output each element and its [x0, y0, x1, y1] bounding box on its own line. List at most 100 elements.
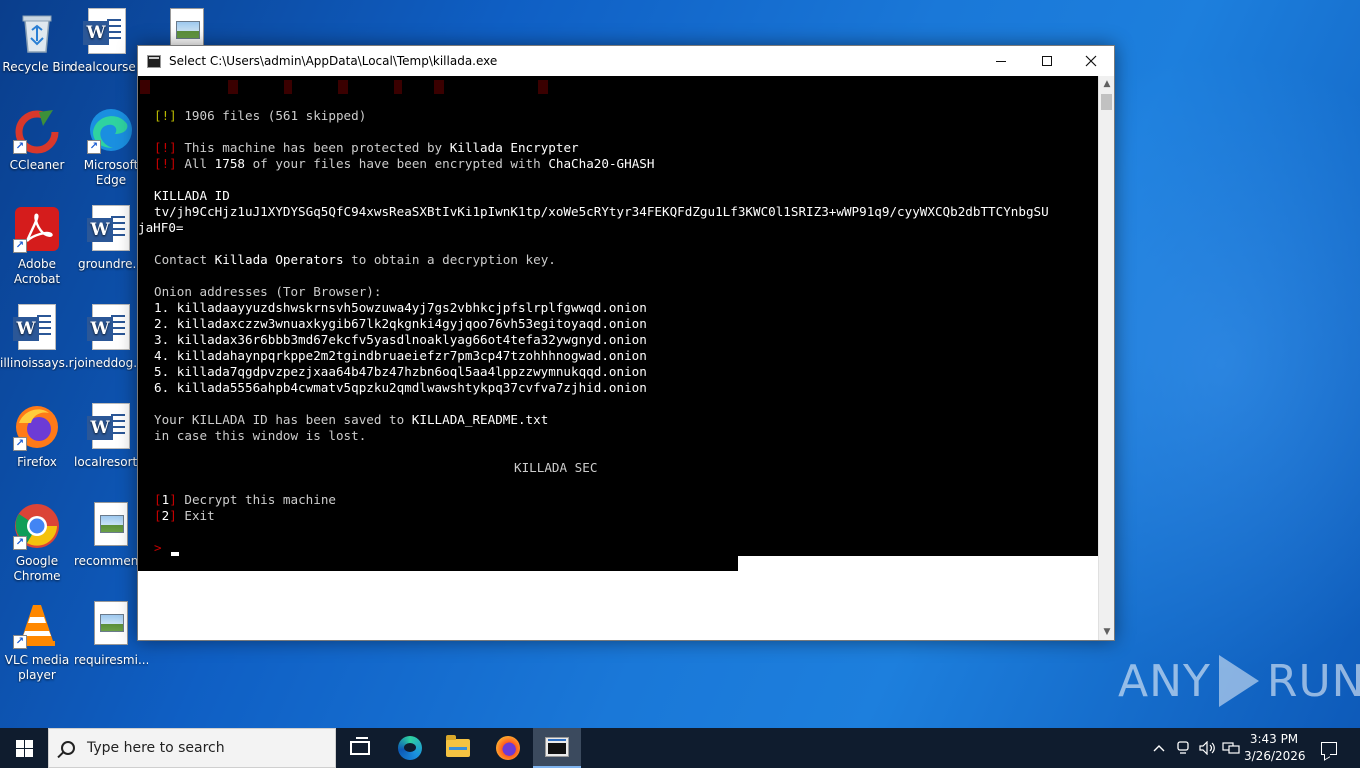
image-file-icon	[87, 601, 135, 649]
desktop-icon-label: Adobe Acrobat	[13, 257, 61, 286]
render-artifact	[338, 80, 348, 94]
taskbar-search-box[interactable]: Type here to search	[48, 728, 336, 768]
console-app-icon	[147, 54, 161, 68]
taskbar: Type here to search 3:43 PM 3/26/2026	[0, 728, 1360, 768]
taskbar-file-explorer[interactable]	[434, 728, 482, 768]
text-cursor	[171, 552, 179, 556]
system-clock[interactable]: 3:43 PM 3/26/2026	[1244, 731, 1306, 765]
shortcut-arrow-icon: ↗	[13, 635, 27, 649]
edge-icon	[398, 736, 422, 760]
menu-option-exit[interactable]: [2] Exit	[154, 508, 215, 524]
word-document-icon: W	[87, 403, 135, 451]
shortcut-arrow-icon: ↗	[13, 536, 27, 550]
word-document-icon: W	[87, 205, 135, 253]
render-artifact	[538, 80, 548, 94]
vlc-icon: ↗	[13, 601, 61, 649]
firefox-icon: ↗	[13, 403, 61, 451]
shortcut-arrow-icon: ↗	[87, 140, 101, 154]
clock-time: 3:43 PM	[1249, 732, 1299, 746]
task-view-button[interactable]	[336, 728, 384, 768]
saved-id-line: Your KILLADA ID has been saved to KILLAD…	[154, 412, 549, 427]
edge-icon: ↗	[87, 106, 135, 154]
onion-address: 3. killadax36r6bbb3md67ekcfv5yasdlnoakly…	[154, 332, 647, 347]
acrobat-icon: ↗	[13, 205, 61, 253]
ccleaner-icon: ↗	[13, 106, 61, 154]
close-button[interactable]	[1068, 46, 1114, 76]
desktop-icon-adobe-acrobat[interactable]: ↗ Adobe Acrobat	[0, 205, 74, 287]
minimize-button[interactable]	[978, 46, 1024, 76]
scroll-up-arrow-icon[interactable]: ▲	[1099, 76, 1115, 92]
menu-option-decrypt[interactable]: [1] Decrypt this machine	[154, 492, 336, 508]
shortcut-arrow-icon: ↗	[13, 239, 27, 253]
files-count-line: [!] 1906 files (561 skipped)	[154, 108, 367, 123]
render-artifact	[284, 80, 292, 94]
word-document-icon: W	[13, 304, 61, 352]
play-logo-icon	[1218, 655, 1259, 707]
onion-address: 2. killadaxczzw3wnuaxkygib67lk2qkgnki4gy…	[154, 316, 647, 331]
watermark-text-right: RUN	[1266, 655, 1360, 707]
onion-address: 4. killadahaynpqrkppe2m2tgindbruaeiefzr7…	[154, 348, 647, 363]
console-window[interactable]: Select C:\Users\admin\AppData\Local\Temp…	[137, 45, 1115, 641]
brand-line: KILLADA SEC	[514, 460, 598, 475]
action-center-button[interactable]	[1314, 728, 1344, 768]
word-document-icon: W	[83, 8, 131, 56]
start-button[interactable]	[0, 728, 48, 768]
scroll-down-arrow-icon[interactable]: ▼	[1099, 624, 1115, 640]
clock-date: 3/26/2026	[1244, 749, 1306, 763]
killada-id-value: tv/jh9CcHjz1uJ1XYDYSGq5QfC94xwsReaSXBtIv…	[138, 204, 1049, 235]
search-placeholder: Type here to search	[87, 740, 225, 756]
killada-id-heading: KILLADA ID	[154, 188, 230, 203]
saved-id-line-2: in case this window is lost.	[154, 428, 367, 443]
word-document-icon: W	[87, 304, 135, 352]
maximize-icon	[1042, 56, 1052, 66]
taskbar-firefox[interactable]	[484, 728, 532, 768]
render-artifact	[140, 80, 150, 94]
window-titlebar[interactable]: Select C:\Users\admin\AppData\Local\Temp…	[138, 46, 1114, 76]
search-icon	[61, 741, 75, 755]
desktop-icon-label: dealcourse...	[70, 60, 144, 74]
console-render-gap	[738, 556, 1098, 571]
console-icon	[545, 737, 569, 757]
network-icon	[1222, 742, 1240, 754]
minimize-icon	[996, 60, 1006, 62]
onion-address: 1. killadaayyuzdshwskrnsvh5owzuwa4yj7gs2…	[154, 300, 647, 315]
desktop-icon-label: CCleaner	[9, 158, 65, 172]
render-artifact	[394, 80, 402, 94]
onion-heading: Onion addresses (Tor Browser):	[154, 284, 382, 299]
desktop-icon-dealcourse[interactable]: W dealcourse...	[70, 8, 144, 75]
anyrun-watermark: ANY RUN	[1118, 655, 1360, 707]
desktop-icon-illinoissays[interactable]: W illinoissays.rtf	[0, 304, 74, 371]
console-output[interactable]: [!] 1906 files (561 skipped) [!] This ma…	[138, 76, 1098, 571]
recycle-bin-icon	[13, 8, 61, 56]
tray-network[interactable]	[1220, 728, 1242, 768]
scroll-thumb[interactable]	[1101, 94, 1112, 110]
show-hidden-icons-button[interactable]	[1150, 728, 1168, 768]
desktop-icon-label: Recycle Bin	[2, 60, 72, 74]
watermark-text-left: ANY	[1118, 655, 1211, 707]
input-prompt: >	[154, 540, 162, 555]
desktop-icon-recycle-bin[interactable]: Recycle Bin	[0, 8, 74, 75]
volume-icon	[1199, 741, 1215, 755]
onion-address: 5. killada7qgdpvzpezjxaa64b47bz47hzbn6oq…	[154, 364, 647, 379]
close-icon	[1085, 55, 1097, 67]
task-view-icon	[350, 737, 370, 755]
window-title: Select C:\Users\admin\AppData\Local\Temp…	[169, 54, 498, 68]
taskbar-console[interactable]	[533, 728, 581, 768]
taskbar-edge[interactable]	[386, 728, 434, 768]
chevron-up-icon	[1153, 745, 1165, 752]
desktop-icon-label: illinoissays.rtf	[0, 356, 74, 370]
windows-logo-icon	[15, 739, 33, 757]
desktop-icon-ccleaner[interactable]: ↗ CCleaner	[0, 106, 74, 173]
desktop-icon-vlc[interactable]: ↗ VLC media player	[0, 601, 74, 683]
vertical-scrollbar[interactable]: ▲ ▼	[1098, 76, 1114, 640]
desktop-icon-firefox[interactable]: ↗ Firefox	[0, 403, 74, 470]
tray-people[interactable]	[1172, 728, 1194, 768]
chrome-icon: ↗	[13, 502, 61, 550]
maximize-button[interactable]	[1024, 46, 1070, 76]
desktop-icon-label: VLC media player	[4, 653, 70, 682]
render-artifact	[434, 80, 444, 94]
tray-volume[interactable]	[1196, 728, 1218, 768]
desktop-icon-label: requiresmi...	[74, 653, 148, 667]
desktop-icon-label: Google Chrome	[13, 554, 61, 583]
desktop-icon-google-chrome[interactable]: ↗ Google Chrome	[0, 502, 74, 584]
